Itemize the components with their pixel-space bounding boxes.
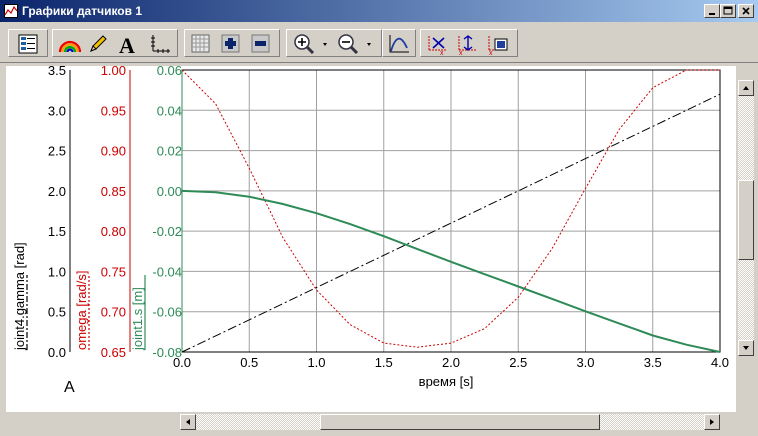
horizontal-scroll-thumb[interactable] [320,414,600,430]
text-icon: A [119,34,135,56]
x-axis-label: время [s] [419,374,474,389]
svg-text:x: x [489,50,493,56]
chart[interactable]: 0.0 0.5 1.0 1.5 2.0 2.5 3.0 3.5 4.0 время [s] 3.5 3… [6,66,736,412]
vertical-scroll-thumb[interactable] [738,180,754,260]
x-tick-label: 3.5 [644,355,662,370]
svg-text:x: x [440,50,444,56]
arrow-right-icon [710,419,714,425]
grid-button[interactable] [189,32,215,56]
close-button[interactable] [738,4,754,18]
y-tick-label: 0.80 [101,224,126,239]
y-scale-icon: x [458,35,477,56]
y-tick-label: 1.5 [48,224,66,239]
y-tick-label: 0.75 [101,264,126,279]
scroll-right-button[interactable] [704,414,720,430]
corner-label: A [64,379,75,396]
axis-button[interactable] [147,32,173,56]
colors-button[interactable] [57,32,83,56]
x-scale-icon: x [428,36,447,56]
y-axis-title: joint1.s [m] [130,287,145,351]
y-tick-label: 0.00 [157,184,182,199]
y-tick-label: 0.0 [48,345,66,360]
remove-icon [251,34,270,53]
x-tick-label: 1.0 [307,355,325,370]
y-tick-label: 3.5 [48,66,66,78]
minimize-button[interactable] [704,4,720,18]
y-tick-label: 1.00 [101,66,126,78]
rainbow-icon [58,40,82,53]
y-tick-label: -0.02 [152,224,182,239]
title-bar: Графики датчиков 1 [0,0,758,22]
toolbar-group-scale: x x x [420,29,518,57]
fit-curve-icon [389,35,409,53]
zoom-out-button[interactable] [335,32,375,56]
y-tick-label: 0.04 [157,103,182,118]
add-chart-button[interactable] [219,32,245,56]
y-tick-label: 0.95 [101,103,126,118]
remove-chart-button[interactable] [249,32,275,56]
text-button[interactable]: A [115,32,141,56]
zoom-in-icon [294,34,327,54]
y-tick-label: 0.06 [157,66,182,78]
pencil-button[interactable] [85,32,111,56]
y-tick-label: 0.02 [157,144,182,159]
svg-text:A: A [119,34,135,56]
x-tick-label: 4.0 [711,355,729,370]
y-tick-label: 0.85 [101,184,126,199]
y-tick-label: 0.5 [48,305,66,320]
zoom-out-icon [338,34,371,54]
arrow-up-icon [743,86,749,90]
toolbar-group-zoom [286,29,382,57]
plot-area[interactable]: 0.0 0.5 1.0 1.5 2.0 2.5 3.0 3.5 4.0 время [s] 3.5 3… [6,66,736,412]
y-tick-label: 0.65 [101,345,126,360]
grid-icon [191,34,210,53]
y-tick-label: 1.0 [48,264,66,279]
fit-curve-button[interactable] [386,32,412,56]
y-axis-title: omega [rad/s] [74,271,89,351]
add-icon [221,34,240,53]
export-button[interactable]: x [485,32,511,56]
window-title: Графики датчиков 1 [22,4,143,18]
axis-icon [151,35,170,53]
y-tick-label: -0.04 [152,264,182,279]
y-axis-title: joint4.gamma [rad] [12,242,27,351]
toolbar: A x x x [0,24,758,63]
legend-icon [18,34,38,54]
y-tick-label: -0.08 [152,345,182,360]
scroll-up-button[interactable] [738,80,754,96]
x-tick-label: 2.5 [509,355,527,370]
pencil-icon [90,35,107,52]
y-tick-label: -0.06 [152,305,182,320]
x-tick-label: 2.0 [442,355,460,370]
toolbar-group-fit [382,29,416,57]
x-tick-label: 0.5 [240,355,258,370]
arrow-left-icon [186,419,190,425]
scroll-left-button[interactable] [180,414,196,430]
toolbar-group-style: A [52,29,178,57]
export-icon: x [488,36,508,56]
x-scale-button[interactable]: x [425,32,451,56]
y-tick-label: 0.70 [101,305,126,320]
scroll-down-button[interactable] [738,340,754,356]
toolbar-group-legend [8,29,48,57]
y-tick-label: 2.5 [48,144,66,159]
arrow-down-icon [743,346,749,350]
svg-text:x: x [459,50,463,56]
legend-button[interactable] [16,32,42,56]
y-tick-label: 2.0 [48,184,66,199]
zoom-in-button[interactable] [291,32,331,56]
app-icon [4,4,18,18]
x-tick-label: 1.5 [375,355,393,370]
y-tick-label: 0.90 [101,144,126,159]
maximize-icon [723,6,733,15]
close-icon [742,7,750,15]
toolbar-group-grid [184,29,280,57]
minimize-icon [709,13,715,15]
y-tick-label: 3.0 [48,103,66,118]
x-tick-label: 3.0 [576,355,594,370]
y-scale-button[interactable]: x [455,32,481,56]
maximize-button[interactable] [720,4,736,18]
